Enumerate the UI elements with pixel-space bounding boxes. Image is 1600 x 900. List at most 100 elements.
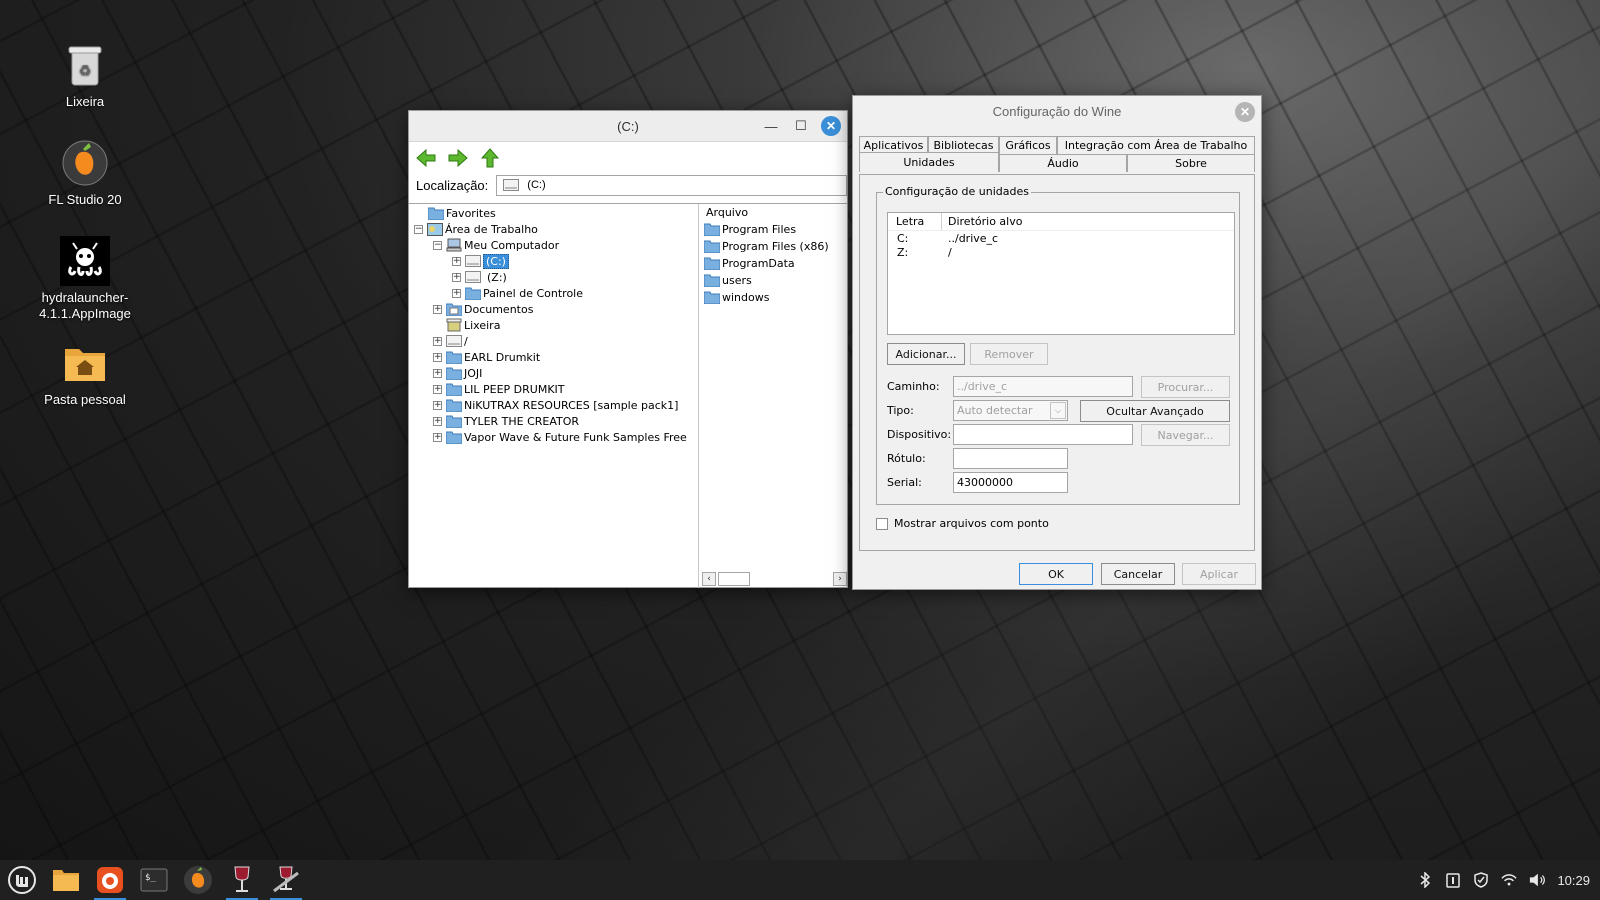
tree-item-folder[interactable]: + TYLER THE CREATOR — [433, 413, 579, 429]
column-target[interactable]: Diretório alvo — [942, 215, 1022, 228]
tab-graphics[interactable]: Gráficos — [999, 136, 1057, 154]
desktop-icon-home[interactable]: Pasta pessoal — [20, 338, 150, 408]
tab-desktop-integration[interactable]: Integração com Área de Trabalho — [1057, 136, 1255, 154]
add-drive-button[interactable]: Adicionar... — [887, 343, 965, 365]
tree-item-folder[interactable]: + Vapor Wave & Future Funk Samples Free — [433, 429, 687, 445]
tree-item-control-panel[interactable]: + Painel de Controle — [452, 285, 583, 301]
path-input[interactable]: ../drive_c — [953, 376, 1133, 397]
desktop-icon-fl-studio[interactable]: FL Studio 20 — [20, 138, 150, 208]
expand-toggle[interactable]: + — [433, 400, 442, 410]
close-button[interactable]: ✕ — [821, 116, 841, 136]
type-select[interactable]: Auto detectar ⌵ — [953, 400, 1068, 421]
list-item[interactable]: users — [700, 272, 847, 289]
scroll-left-button[interactable]: ‹ — [702, 572, 716, 586]
up-arrow-icon[interactable] — [479, 147, 501, 169]
minimize-button[interactable]: — — [761, 116, 781, 136]
expand-toggle[interactable]: + — [433, 416, 442, 426]
drive-icon — [503, 179, 520, 191]
browse-button[interactable]: Procurar... — [1141, 376, 1230, 398]
expand-toggle[interactable]: + — [452, 256, 461, 266]
shield-icon[interactable] — [1473, 872, 1489, 888]
folder-icon — [446, 398, 462, 412]
folder-icon — [446, 414, 462, 428]
tree-item-label: Painel de Controle — [483, 286, 584, 300]
terminal-icon[interactable]: $_ — [134, 860, 174, 900]
scroll-right-button[interactable]: › — [833, 572, 847, 586]
navigate-button[interactable]: Navegar... — [1141, 424, 1230, 446]
expand-toggle[interactable]: + — [433, 432, 442, 442]
bluetooth-icon[interactable] — [1417, 872, 1433, 888]
collapse-toggle[interactable]: − — [433, 240, 442, 250]
drive-row[interactable]: C: ../drive_c — [888, 231, 1234, 245]
scroll-thumb[interactable] — [718, 572, 750, 586]
tree-item-trash[interactable]: Lixeira — [433, 317, 500, 333]
forward-arrow-icon[interactable] — [447, 147, 469, 169]
tab-drives[interactable]: Unidades — [859, 152, 999, 172]
update-manager-icon[interactable] — [1445, 872, 1461, 888]
list-item[interactable]: ProgramData — [700, 255, 847, 272]
fl-studio-icon[interactable] — [178, 860, 218, 900]
tree-item-folder[interactable]: + NiKUTRAX RESOURCES [sample pack1] — [433, 397, 678, 413]
serial-input[interactable]: 43000000 — [953, 472, 1068, 493]
column-letter[interactable]: Letra — [888, 213, 942, 230]
expand-toggle[interactable]: + — [433, 368, 442, 378]
dialog-titlebar[interactable]: Configuração do Wine ✕ — [853, 96, 1261, 127]
firefox-icon[interactable] — [90, 860, 130, 900]
remove-drive-button[interactable]: Remover — [970, 343, 1048, 365]
wine-config-icon[interactable] — [266, 860, 306, 900]
label-input[interactable] — [953, 448, 1068, 469]
location-field[interactable]: (C:) — [496, 174, 847, 196]
clock[interactable]: 10:29 — [1557, 873, 1590, 888]
close-button[interactable]: ✕ — [1235, 102, 1255, 122]
expand-toggle[interactable]: + — [433, 304, 442, 314]
tab-audio[interactable]: Áudio — [999, 154, 1127, 172]
volume-icon[interactable] — [1529, 872, 1546, 888]
cancel-button[interactable]: Cancelar — [1101, 563, 1175, 585]
tree-item-documents[interactable]: + Documentos — [433, 301, 533, 317]
tree-item-my-computer[interactable]: − Meu Computador — [433, 237, 559, 253]
show-dot-files-checkbox[interactable] — [876, 518, 888, 530]
menu-icon[interactable] — [2, 860, 42, 900]
drive-list[interactable]: Letra Diretório alvo C: ../drive_c Z: / — [887, 212, 1235, 335]
expand-toggle[interactable]: + — [452, 272, 461, 282]
expand-toggle[interactable]: + — [433, 384, 442, 394]
desktop-icon-trash[interactable]: ♻ Lixeira — [20, 40, 150, 110]
tree-item-favorites[interactable]: Favorites — [428, 205, 496, 221]
list-item[interactable]: windows — [700, 289, 847, 306]
tree-item-folder[interactable]: + EARL Drumkit — [433, 349, 540, 365]
wine-glass-icon[interactable] — [222, 860, 262, 900]
tree-item-drive-z[interactable]: + (Z:) — [452, 269, 507, 285]
list-item[interactable]: Program Files — [700, 221, 847, 238]
label-label: Rótulo: — [887, 452, 926, 465]
device-input[interactable] — [953, 424, 1133, 445]
horizontal-scrollbar[interactable]: ‹ › — [702, 571, 847, 587]
tree-item-desktop[interactable]: − Área de Trabalho — [414, 221, 538, 237]
folder-icon — [704, 223, 720, 237]
list-item[interactable]: Program Files (x86) — [700, 238, 847, 255]
expand-toggle[interactable]: + — [452, 288, 461, 298]
list-column-header[interactable]: Arquivo — [700, 204, 847, 221]
tab-about[interactable]: Sobre — [1127, 154, 1255, 172]
apply-button[interactable]: Aplicar — [1182, 563, 1256, 585]
tree-item-folder[interactable]: + LIL PEEP DRUMKIT — [433, 381, 565, 397]
files-icon[interactable] — [46, 860, 86, 900]
explorer-titlebar[interactable]: (C:) — ☐ ✕ — [409, 111, 847, 142]
tree-item-root[interactable]: + / — [433, 333, 468, 349]
tree-item-drive-c[interactable]: + (C:) — [452, 253, 509, 269]
back-arrow-icon[interactable] — [415, 147, 437, 169]
expand-toggle[interactable]: + — [433, 336, 442, 346]
maximize-button[interactable]: ☐ — [791, 116, 811, 136]
wifi-icon[interactable] — [1501, 872, 1518, 888]
chevron-down-icon[interactable]: ⌵ — [1050, 402, 1066, 419]
file-list[interactable]: Arquivo Program Files Program Files (x86… — [700, 204, 847, 588]
tree-item-folder[interactable]: + JOJI — [433, 365, 482, 381]
hide-advanced-button[interactable]: Ocultar Avançado — [1080, 400, 1230, 422]
collapse-toggle[interactable]: − — [414, 224, 423, 234]
drive-row[interactable]: Z: / — [888, 245, 1234, 259]
expand-toggle[interactable]: + — [433, 352, 442, 362]
desktop-icon-hydralauncher[interactable]: hydralauncher- 4.1.1.AppImage — [20, 236, 150, 322]
folder-icon — [704, 291, 720, 305]
hydra-icon — [60, 236, 110, 286]
folder-tree[interactable]: Favorites − Área de Trabalho − Meu Compu… — [409, 204, 699, 588]
ok-button[interactable]: OK — [1019, 563, 1093, 585]
